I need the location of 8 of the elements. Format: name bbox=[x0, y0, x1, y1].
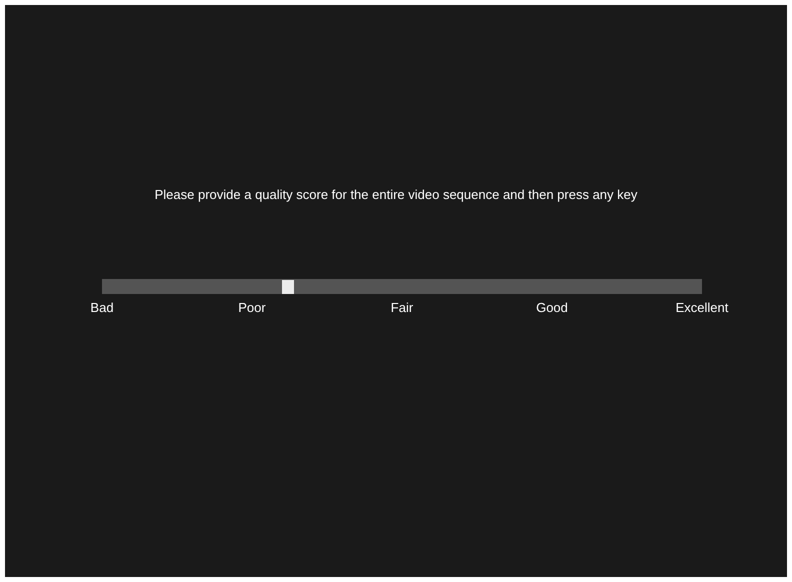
scale-label: Excellent bbox=[676, 298, 728, 316]
scale-label: Good bbox=[536, 298, 568, 316]
scale-label: Fair bbox=[390, 298, 414, 316]
rating-slider[interactable] bbox=[102, 278, 702, 294]
scale-label: Bad bbox=[90, 298, 114, 316]
instruction-text: Please provide a quality score for the entire video sequence and then press any key bbox=[154, 186, 638, 204]
scale-label: Poor bbox=[238, 298, 266, 316]
slider-thumb[interactable] bbox=[282, 280, 294, 294]
